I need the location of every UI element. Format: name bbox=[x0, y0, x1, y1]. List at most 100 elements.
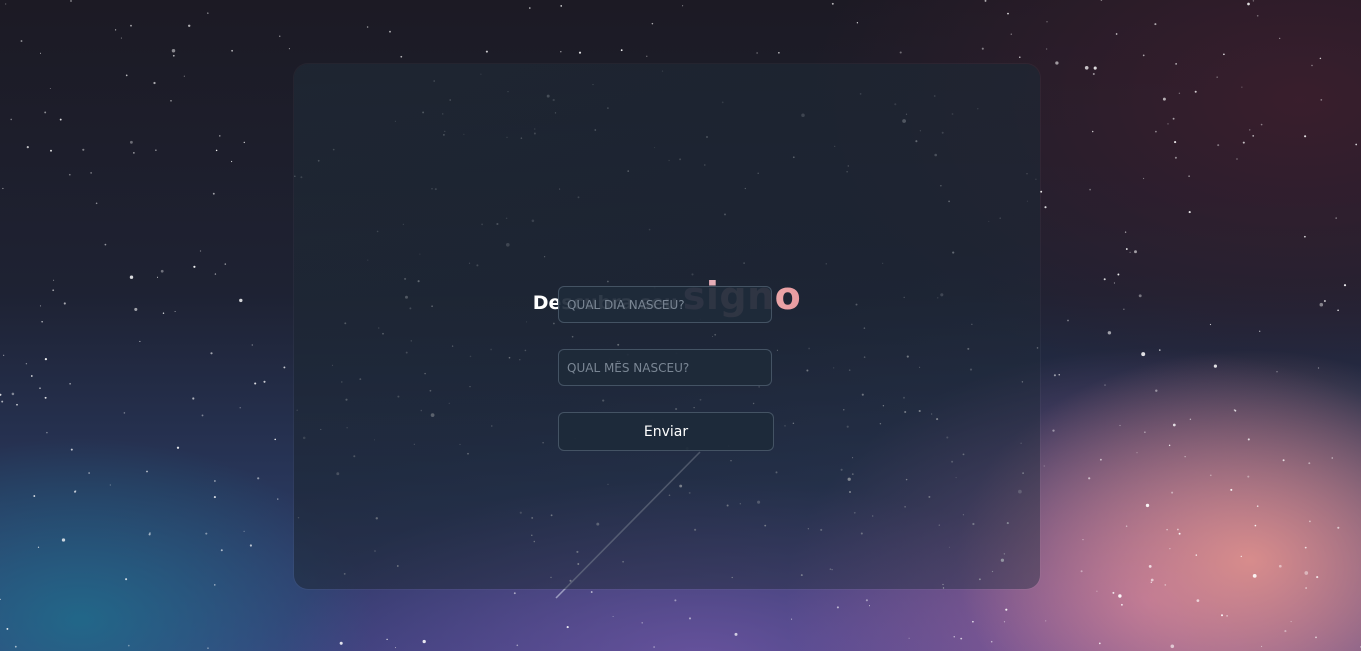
star bbox=[1150, 581, 1153, 583]
star bbox=[214, 273, 217, 275]
star bbox=[52, 289, 55, 292]
star bbox=[688, 617, 692, 620]
star bbox=[134, 307, 138, 311]
star bbox=[560, 50, 562, 53]
star bbox=[155, 149, 157, 151]
star bbox=[1247, 2, 1250, 6]
star bbox=[1337, 309, 1339, 312]
star bbox=[1279, 37, 1281, 40]
star bbox=[1120, 603, 1123, 606]
birth-day-input[interactable] bbox=[558, 286, 772, 323]
star bbox=[1089, 188, 1091, 191]
star bbox=[193, 265, 196, 268]
star bbox=[1099, 458, 1102, 461]
star bbox=[960, 637, 963, 640]
star bbox=[1174, 141, 1177, 144]
star bbox=[277, 498, 279, 500]
star bbox=[33, 495, 36, 497]
star bbox=[192, 397, 195, 400]
birth-month-input[interactable] bbox=[558, 349, 772, 386]
star bbox=[791, 618, 793, 620]
star bbox=[366, 26, 369, 28]
star bbox=[129, 275, 134, 279]
star bbox=[1174, 156, 1177, 159]
star bbox=[1315, 636, 1317, 639]
star bbox=[239, 407, 241, 409]
star bbox=[95, 202, 98, 205]
star bbox=[88, 472, 90, 474]
star bbox=[176, 446, 180, 449]
star bbox=[1103, 278, 1106, 281]
star bbox=[386, 638, 388, 641]
star bbox=[25, 363, 28, 365]
star bbox=[109, 484, 111, 486]
star bbox=[1046, 21, 1048, 23]
star bbox=[1304, 235, 1306, 238]
star bbox=[984, 0, 987, 2]
star bbox=[1112, 591, 1115, 594]
star bbox=[82, 148, 85, 151]
star bbox=[243, 141, 246, 144]
star bbox=[125, 578, 128, 581]
star bbox=[529, 7, 531, 9]
star bbox=[1067, 319, 1069, 322]
star bbox=[201, 414, 204, 417]
star bbox=[1260, 123, 1263, 126]
star bbox=[1304, 135, 1307, 138]
star bbox=[125, 74, 128, 77]
star bbox=[836, 606, 839, 609]
star bbox=[1249, 129, 1251, 131]
star bbox=[485, 50, 488, 53]
star bbox=[868, 605, 871, 607]
star bbox=[1319, 302, 1324, 307]
star bbox=[1145, 503, 1150, 508]
star bbox=[1124, 231, 1127, 233]
star bbox=[1113, 282, 1115, 284]
star bbox=[1169, 548, 1171, 550]
star bbox=[1053, 374, 1056, 377]
star bbox=[1259, 330, 1261, 332]
star bbox=[20, 40, 23, 42]
star bbox=[220, 549, 223, 552]
star bbox=[1129, 251, 1131, 254]
star bbox=[70, 448, 73, 451]
star bbox=[1189, 418, 1192, 421]
star bbox=[1252, 574, 1257, 578]
star bbox=[1175, 63, 1177, 65]
star bbox=[1319, 57, 1322, 60]
star bbox=[1, 400, 4, 403]
star bbox=[172, 54, 175, 57]
submit-button[interactable]: Enviar bbox=[558, 412, 774, 451]
star bbox=[1335, 217, 1337, 219]
star bbox=[1091, 130, 1094, 133]
star bbox=[1125, 525, 1128, 527]
star bbox=[400, 55, 403, 58]
star bbox=[620, 49, 623, 52]
star bbox=[1141, 352, 1146, 357]
star bbox=[39, 387, 41, 389]
star bbox=[68, 173, 71, 176]
star bbox=[1241, 86, 1243, 88]
star bbox=[1331, 457, 1333, 459]
star bbox=[1194, 90, 1197, 93]
star bbox=[1159, 349, 1161, 351]
star bbox=[127, 644, 130, 647]
star bbox=[1092, 72, 1095, 76]
star bbox=[199, 250, 202, 252]
star bbox=[513, 592, 516, 595]
star bbox=[219, 135, 221, 137]
star bbox=[1044, 206, 1047, 209]
star bbox=[46, 431, 48, 434]
star bbox=[257, 477, 260, 480]
star bbox=[156, 276, 159, 278]
star bbox=[187, 24, 191, 28]
star bbox=[1284, 630, 1287, 633]
star bbox=[1256, 15, 1259, 17]
star bbox=[249, 544, 252, 547]
star bbox=[1155, 389, 1158, 392]
star bbox=[1209, 323, 1212, 326]
star bbox=[1170, 644, 1175, 649]
star bbox=[171, 49, 176, 53]
star bbox=[1177, 528, 1179, 531]
star bbox=[210, 352, 213, 355]
